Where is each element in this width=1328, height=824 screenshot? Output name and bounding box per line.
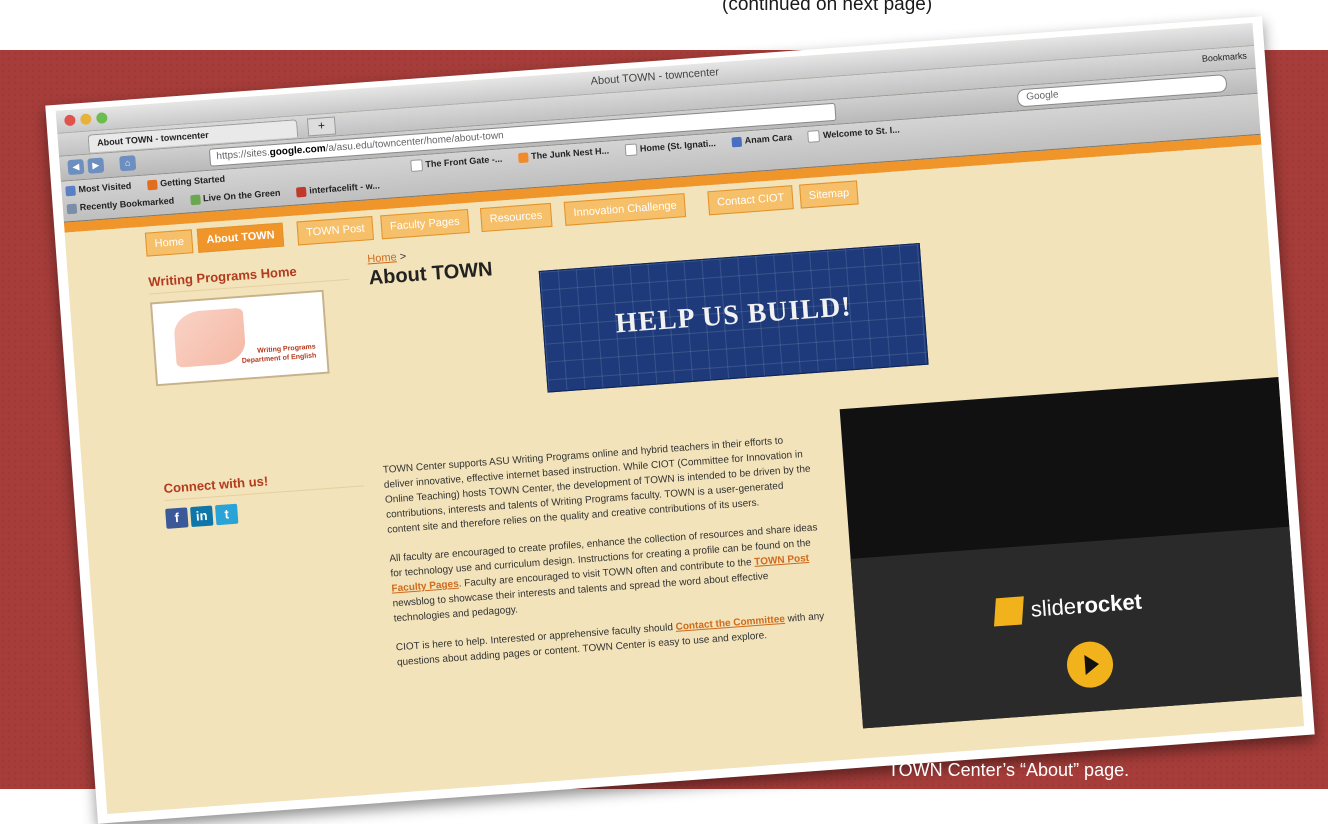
about-text: TOWN Center supports ASU Writing Program… bbox=[382, 431, 827, 684]
nav-tab-sitemap[interactable]: Sitemap bbox=[799, 180, 860, 209]
bookmark-item[interactable]: The Junk Nest H... bbox=[517, 145, 610, 164]
sliderocket-video[interactable]: sliderocket bbox=[839, 377, 1302, 729]
sliderocket-icon bbox=[994, 596, 1024, 627]
bookmark-item[interactable]: Live On the Green bbox=[189, 188, 281, 205]
nav-tab-about-town[interactable]: About TOWN bbox=[196, 222, 285, 253]
bookmark-item[interactable]: interfacelift - w... bbox=[295, 180, 380, 198]
nav-tab-innovation-challenge[interactable]: Innovation Challenge bbox=[563, 193, 687, 226]
sliderocket-logo: sliderocket bbox=[994, 588, 1143, 627]
twitter-icon[interactable]: t bbox=[214, 503, 239, 526]
bookmark-item[interactable]: Recently Bookmarked bbox=[66, 195, 174, 214]
page-continued-note: (continued on next page) bbox=[722, 0, 933, 15]
play-icon[interactable] bbox=[1065, 640, 1115, 690]
slide-caption: TOWN Center’s “About” page. bbox=[888, 760, 1130, 780]
bookmark-item[interactable]: The Front Gate -... bbox=[410, 153, 503, 173]
forward-button[interactable]: ▶ bbox=[87, 157, 105, 174]
back-button[interactable]: ◀ bbox=[67, 159, 85, 176]
facebook-icon[interactable]: f bbox=[165, 507, 189, 529]
nav-tab-faculty-pages[interactable]: Faculty Pages bbox=[380, 208, 470, 240]
banner-text: HELP US BUILD! bbox=[614, 291, 853, 340]
nav-tab-resources[interactable]: Resources bbox=[479, 202, 553, 233]
bookmark-item[interactable]: Anam Cara bbox=[731, 132, 792, 148]
logo-text: Writing Programs Department of English bbox=[241, 343, 317, 365]
town-post-link[interactable]: TOWN Post bbox=[754, 553, 809, 568]
nav-tab-home[interactable]: Home bbox=[144, 229, 194, 257]
nav-tab-town-post[interactable]: TOWN Post bbox=[296, 215, 375, 246]
contact-committee-link[interactable]: Contact the Committee bbox=[675, 614, 785, 633]
browser-screen: About TOWN - towncenter About TOWN - tow… bbox=[55, 23, 1305, 815]
breadcrumb-home-link[interactable]: Home bbox=[367, 251, 397, 265]
new-tab-button[interactable]: + bbox=[306, 116, 337, 137]
bookmark-item[interactable]: Home (St. Ignati... bbox=[624, 138, 717, 157]
social-links: f in t bbox=[165, 494, 366, 529]
nav-tab-contact-ciot[interactable]: Contact CIOT bbox=[707, 185, 795, 216]
writing-programs-logo[interactable]: Writing Programs Department of English bbox=[149, 289, 330, 387]
paragraph-2: All faculty are encouraged to create pro… bbox=[389, 522, 818, 625]
bookmark-item[interactable]: Welcome to St. I... bbox=[807, 124, 900, 143]
home-icon[interactable]: ⌂ bbox=[119, 155, 137, 172]
video-lower-panel: sliderocket bbox=[850, 526, 1302, 729]
sidebar: Writing Programs Home Writing Programs De… bbox=[147, 259, 366, 529]
paragraph-1: TOWN Center supports ASU Writing Program… bbox=[382, 435, 811, 536]
bookmark-item[interactable]: Getting Started bbox=[146, 174, 226, 192]
bookmarks-menu-button[interactable]: Bookmarks bbox=[1202, 51, 1248, 64]
bookmark-item[interactable]: Most Visited bbox=[65, 181, 132, 198]
linkedin-icon[interactable]: in bbox=[190, 505, 214, 528]
logo-shape bbox=[172, 307, 247, 368]
faculty-pages-link[interactable]: Faculty Pages bbox=[391, 579, 459, 595]
screenshot-photo: About TOWN - towncenter About TOWN - tow… bbox=[45, 16, 1315, 824]
